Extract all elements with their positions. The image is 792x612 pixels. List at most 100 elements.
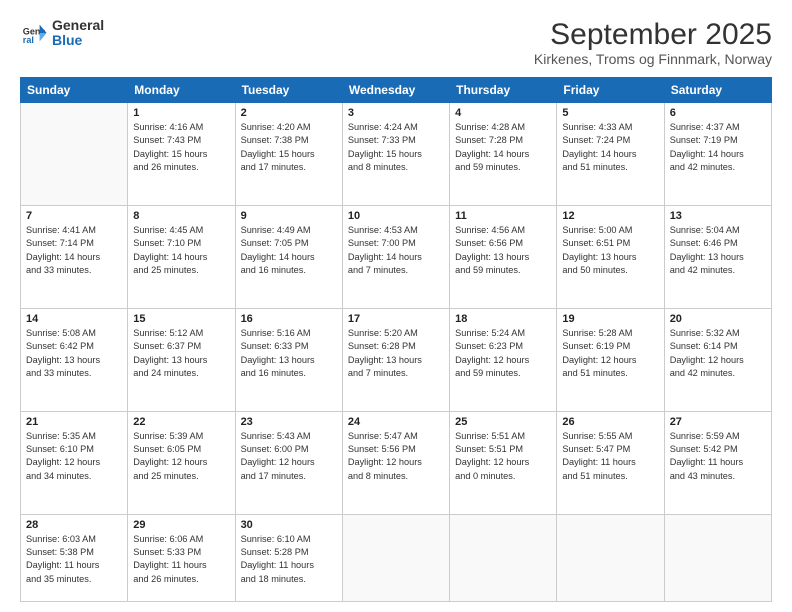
day-number: 23	[241, 416, 337, 428]
day-number: 17	[348, 313, 444, 325]
table-row: 13 Sunrise: 5:04 AMSunset: 6:46 PMDayligh…	[664, 205, 771, 308]
day-info: Sunrise: 6:06 AMSunset: 5:33 PMDaylight:…	[133, 533, 229, 586]
day-number: 6	[670, 107, 766, 119]
table-row: 18Sunrise: 5:24 AMSunset: 6:23 PMDayligh…	[450, 308, 557, 411]
table-row: 30 Sunrise: 6:10 AMSunset: 5:28 PMDayligh…	[235, 514, 342, 601]
calendar-week-row: 28 Sunrise: 6:03 AMSunset: 5:38 PMDayligh…	[21, 514, 772, 601]
calendar-header-row: Sunday Monday Tuesday Wednesday Thursday…	[21, 78, 772, 103]
day-info: Sunrise: 4:20 AMSunset: 7:38 PMDaylight:…	[241, 121, 337, 174]
day-number: 10	[348, 210, 444, 222]
day-number: 14	[26, 313, 122, 325]
col-saturday: Saturday	[664, 78, 771, 103]
table-row: 24 Sunrise: 5:47 AMSunset: 5:56 PMDayligh…	[342, 411, 449, 514]
table-row: 22 Sunrise: 5:39 AMSunset: 6:05 PMDayligh…	[128, 411, 235, 514]
day-info: Sunrise: 5:32 AMSunset: 6:14 PMDaylight:…	[670, 327, 766, 380]
day-info: Sunrise: 5:08 AMSunset: 6:42 PMDaylight:…	[26, 327, 122, 380]
table-row: 8 Sunrise: 4:45 AMSunset: 7:10 PMDaylight…	[128, 205, 235, 308]
day-info: Sunrise: 5:43 AMSunset: 6:00 PMDaylight:…	[241, 430, 337, 483]
table-row: 2 Sunrise: 4:20 AMSunset: 7:38 PMDaylight…	[235, 103, 342, 206]
table-row: 19 Sunrise: 5:28 AMSunset: 6:19 PMDayligh…	[557, 308, 664, 411]
table-row	[450, 514, 557, 601]
day-info: Sunrise: 4:37 AMSunset: 7:19 PMDaylight:…	[670, 121, 766, 174]
day-number: 30	[241, 519, 337, 531]
day-info: Sunrise: 4:41 AMSunset: 7:14 PMDaylight:…	[26, 224, 122, 277]
logo-general: General	[52, 18, 104, 33]
table-row: 6 Sunrise: 4:37 AMSunset: 7:19 PMDaylight…	[664, 103, 771, 206]
day-info: Sunrise: 6:03 AMSunset: 5:38 PMDaylight:…	[26, 533, 122, 586]
table-row: 11Sunrise: 4:56 AMSunset: 6:56 PMDayligh…	[450, 205, 557, 308]
page-header: Gene ral General Blue September 2025 Kir…	[20, 18, 772, 67]
day-number: 11	[455, 210, 551, 222]
day-number: 28	[26, 519, 122, 531]
day-number: 8	[133, 210, 229, 222]
day-info: Sunrise: 5:39 AMSunset: 6:05 PMDaylight:…	[133, 430, 229, 483]
day-info: Sunrise: 4:53 AMSunset: 7:00 PMDaylight:…	[348, 224, 444, 277]
calendar-week-row: 1 Sunrise: 4:16 AMSunset: 7:43 PMDaylight…	[21, 103, 772, 206]
calendar-week-row: 21Sunrise: 5:35 AMSunset: 6:10 PMDayligh…	[21, 411, 772, 514]
day-info: Sunrise: 4:49 AMSunset: 7:05 PMDaylight:…	[241, 224, 337, 277]
table-row: 10 Sunrise: 4:53 AMSunset: 7:00 PMDayligh…	[342, 205, 449, 308]
table-row: 9 Sunrise: 4:49 AMSunset: 7:05 PMDaylight…	[235, 205, 342, 308]
table-row: 26 Sunrise: 5:55 AMSunset: 5:47 PMDayligh…	[557, 411, 664, 514]
table-row: 20Sunrise: 5:32 AMSunset: 6:14 PMDayligh…	[664, 308, 771, 411]
svg-text:ral: ral	[23, 35, 34, 45]
day-number: 13	[670, 210, 766, 222]
table-row: 12 Sunrise: 5:00 AMSunset: 6:51 PMDayligh…	[557, 205, 664, 308]
table-row: 27Sunrise: 5:59 AMSunset: 5:42 PMDayligh…	[664, 411, 771, 514]
logo-icon: Gene ral	[20, 19, 48, 47]
page-title: September 2025	[534, 18, 772, 51]
table-row: 14 Sunrise: 5:08 AMSunset: 6:42 PMDayligh…	[21, 308, 128, 411]
table-row: 28 Sunrise: 6:03 AMSunset: 5:38 PMDayligh…	[21, 514, 128, 601]
day-info: Sunrise: 4:24 AMSunset: 7:33 PMDaylight:…	[348, 121, 444, 174]
day-info: Sunrise: 5:47 AMSunset: 5:56 PMDaylight:…	[348, 430, 444, 483]
col-thursday: Thursday	[450, 78, 557, 103]
col-monday: Monday	[128, 78, 235, 103]
table-row: 29 Sunrise: 6:06 AMSunset: 5:33 PMDayligh…	[128, 514, 235, 601]
day-number: 4	[455, 107, 551, 119]
day-number: 24	[348, 416, 444, 428]
table-row: 23 Sunrise: 5:43 AMSunset: 6:00 PMDayligh…	[235, 411, 342, 514]
table-row	[664, 514, 771, 601]
table-row: 16 Sunrise: 5:16 AMSunset: 6:33 PMDayligh…	[235, 308, 342, 411]
day-number: 19	[562, 313, 658, 325]
day-number: 16	[241, 313, 337, 325]
col-wednesday: Wednesday	[342, 78, 449, 103]
day-info: Sunrise: 4:45 AMSunset: 7:10 PMDaylight:…	[133, 224, 229, 277]
table-row: 15Sunrise: 5:12 AMSunset: 6:37 PMDayligh…	[128, 308, 235, 411]
day-number: 3	[348, 107, 444, 119]
table-row: 25Sunrise: 5:51 AMSunset: 5:51 PMDayligh…	[450, 411, 557, 514]
day-number: 2	[241, 107, 337, 119]
day-info: Sunrise: 5:20 AMSunset: 6:28 PMDaylight:…	[348, 327, 444, 380]
page-subtitle: Kirkenes, Troms og Finnmark, Norway	[534, 51, 772, 67]
calendar-week-row: 14 Sunrise: 5:08 AMSunset: 6:42 PMDayligh…	[21, 308, 772, 411]
logo: Gene ral General Blue	[20, 18, 104, 49]
logo-blue: Blue	[52, 33, 104, 48]
logo-text: General Blue	[52, 18, 104, 49]
day-info: Sunrise: 5:12 AMSunset: 6:37 PMDaylight:…	[133, 327, 229, 380]
day-info: Sunrise: 5:55 AMSunset: 5:47 PMDaylight:…	[562, 430, 658, 483]
day-info: Sunrise: 5:28 AMSunset: 6:19 PMDaylight:…	[562, 327, 658, 380]
table-row	[21, 103, 128, 206]
day-number: 9	[241, 210, 337, 222]
day-number: 22	[133, 416, 229, 428]
day-info: Sunrise: 4:33 AMSunset: 7:24 PMDaylight:…	[562, 121, 658, 174]
day-info: Sunrise: 6:10 AMSunset: 5:28 PMDaylight:…	[241, 533, 337, 586]
table-row: 4 Sunrise: 4:28 AMSunset: 7:28 PMDaylight…	[450, 103, 557, 206]
day-info: Sunrise: 5:00 AMSunset: 6:51 PMDaylight:…	[562, 224, 658, 277]
day-number: 29	[133, 519, 229, 531]
day-info: Sunrise: 4:28 AMSunset: 7:28 PMDaylight:…	[455, 121, 551, 174]
day-info: Sunrise: 5:04 AMSunset: 6:46 PMDaylight:…	[670, 224, 766, 277]
day-info: Sunrise: 4:16 AMSunset: 7:43 PMDaylight:…	[133, 121, 229, 174]
day-number: 12	[562, 210, 658, 222]
table-row	[557, 514, 664, 601]
col-tuesday: Tuesday	[235, 78, 342, 103]
table-row: 7Sunrise: 4:41 AMSunset: 7:14 PMDaylight…	[21, 205, 128, 308]
calendar-table: Sunday Monday Tuesday Wednesday Thursday…	[20, 77, 772, 602]
day-info: Sunrise: 5:16 AMSunset: 6:33 PMDaylight:…	[241, 327, 337, 380]
table-row: 21Sunrise: 5:35 AMSunset: 6:10 PMDayligh…	[21, 411, 128, 514]
day-info: Sunrise: 5:35 AMSunset: 6:10 PMDaylight:…	[26, 430, 122, 483]
table-row: 1 Sunrise: 4:16 AMSunset: 7:43 PMDaylight…	[128, 103, 235, 206]
calendar-week-row: 7Sunrise: 4:41 AMSunset: 7:14 PMDaylight…	[21, 205, 772, 308]
day-number: 26	[562, 416, 658, 428]
day-number: 1	[133, 107, 229, 119]
